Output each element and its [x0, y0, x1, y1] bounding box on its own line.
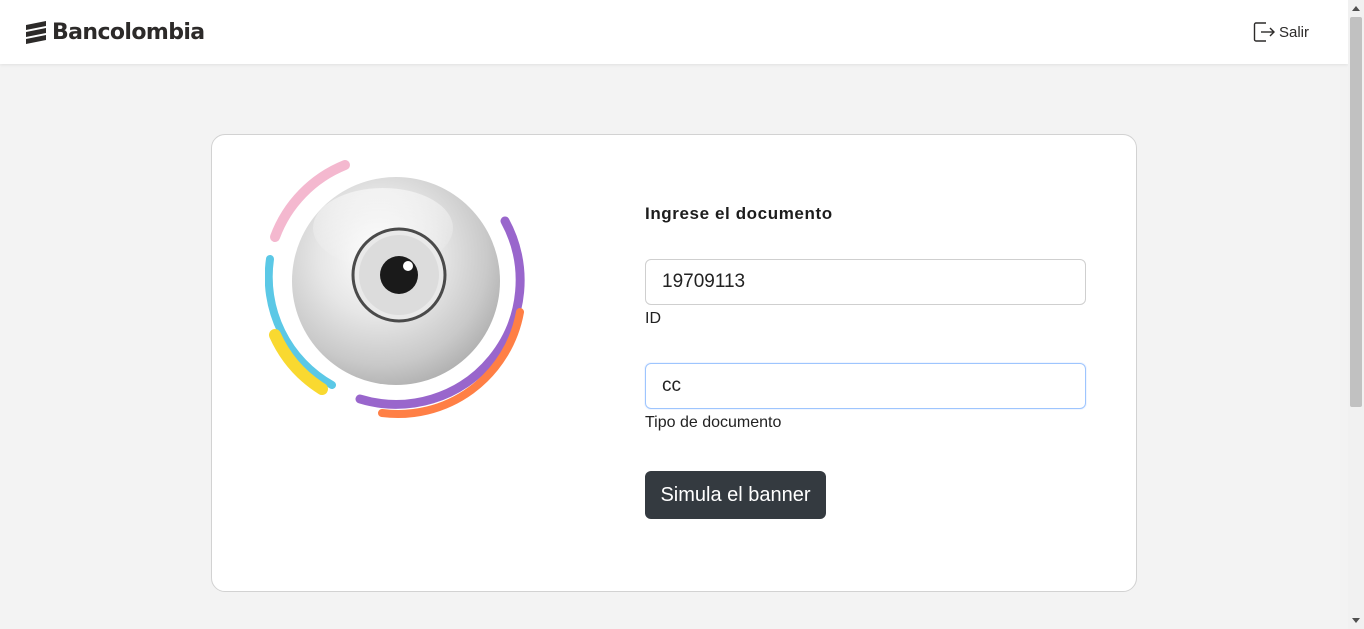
- bancolombia-logo[interactable]: Bancolombia: [24, 17, 205, 47]
- form-title: Ingrese el documento: [645, 204, 833, 223]
- logout-icon: [1253, 22, 1275, 42]
- logout-label: Salir: [1279, 23, 1310, 41]
- eye-illustration: [265, 160, 525, 419]
- page-scrollbar[interactable]: [1348, 0, 1364, 629]
- id-label: ID: [645, 310, 661, 327]
- document-type-label: Tipo de documento: [645, 414, 782, 431]
- logo-text: Bancolombia: [52, 19, 205, 45]
- top-header: Bancolombia Salir: [0, 0, 1348, 64]
- document-card: Ingrese el documento ID Tipo de document…: [211, 134, 1137, 592]
- id-input[interactable]: [645, 259, 1086, 305]
- simulate-banner-button[interactable]: Simula el banner: [645, 471, 826, 519]
- logout-button[interactable]: Salir: [1252, 20, 1309, 44]
- scroll-up-arrow-icon[interactable]: [1348, 0, 1364, 16]
- scroll-down-arrow-icon[interactable]: [1348, 613, 1364, 629]
- scrollbar-thumb[interactable]: [1350, 17, 1362, 407]
- document-type-input[interactable]: [645, 363, 1086, 409]
- bancolombia-logo-icon: [26, 21, 46, 44]
